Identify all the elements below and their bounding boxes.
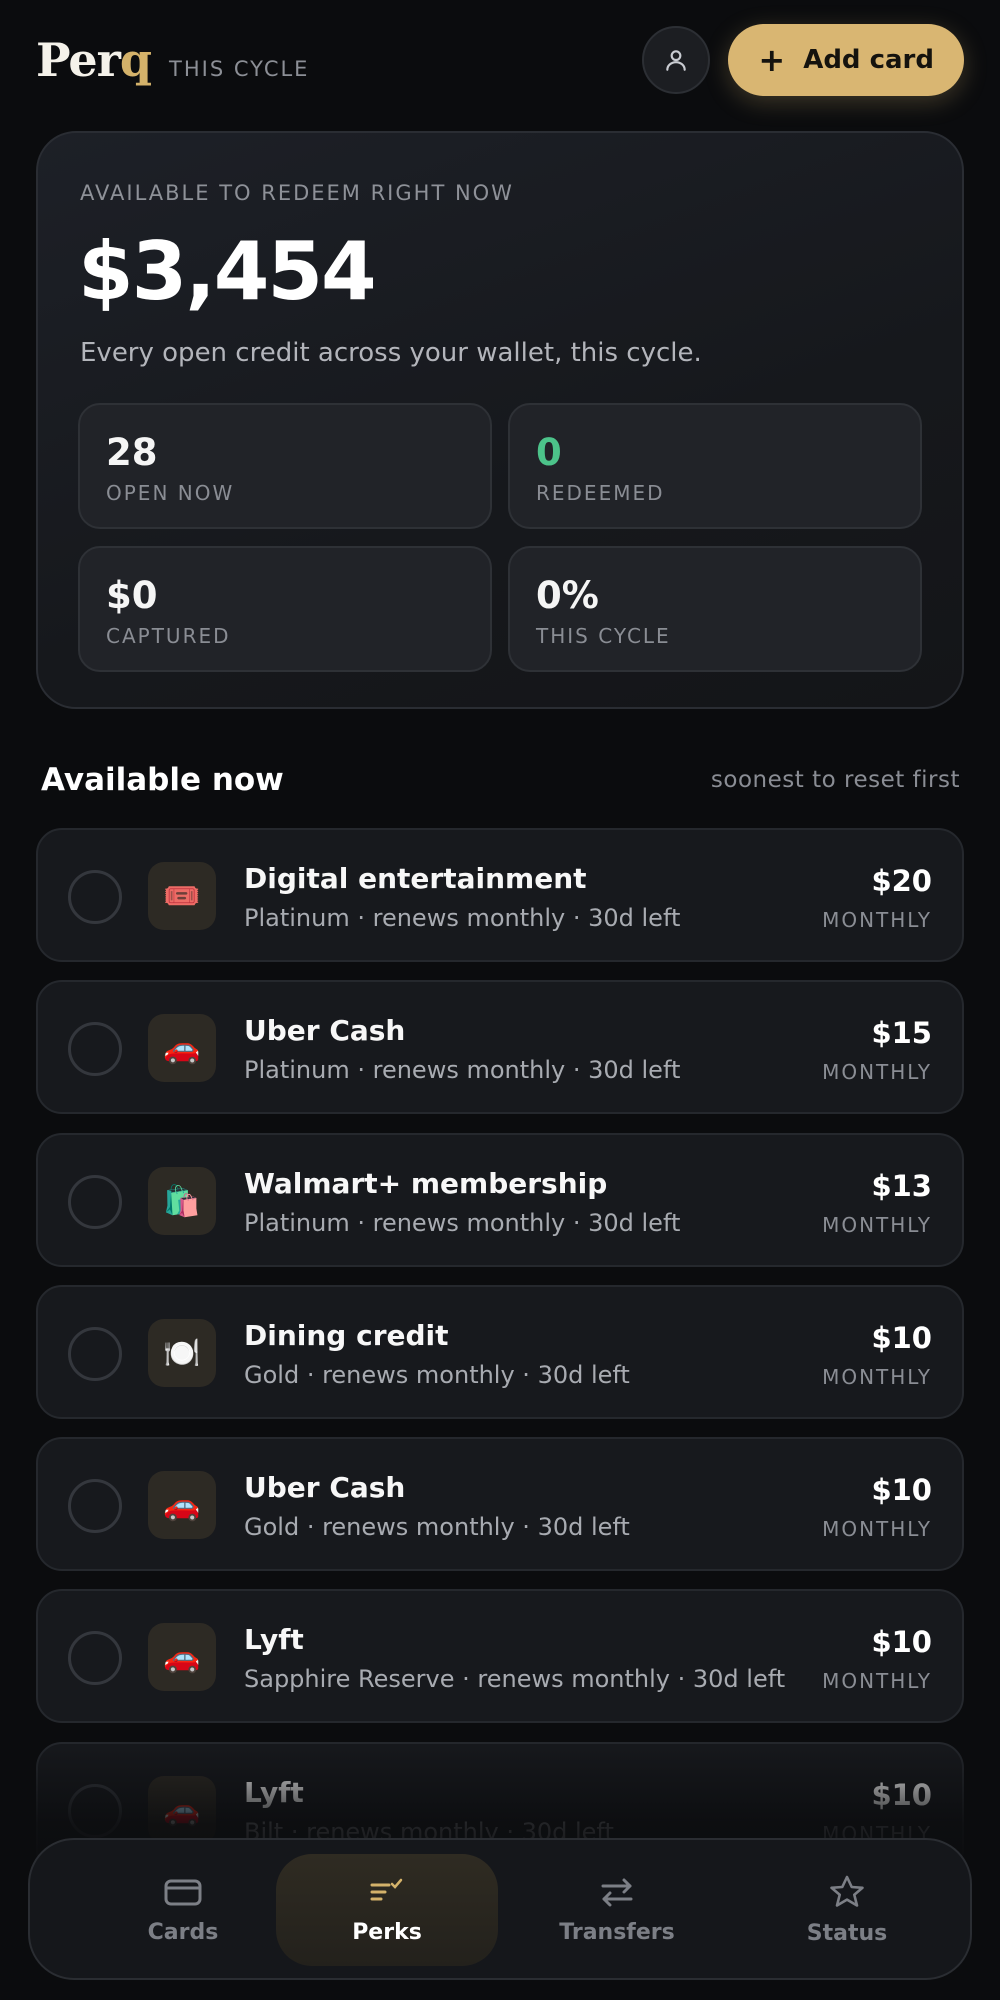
stat-captured: $0 CAPTURED bbox=[78, 546, 492, 672]
car-icon: 🚗 bbox=[148, 1623, 216, 1691]
nav-label: Status bbox=[806, 1920, 888, 1946]
perk-meta: Sapphire Reserve · renews monthly · 30d … bbox=[244, 1665, 786, 1693]
app-logo[interactable]: Perq bbox=[36, 33, 152, 87]
cycle-label: THIS CYCLE bbox=[169, 57, 310, 81]
redeem-checkbox[interactable] bbox=[68, 870, 122, 924]
star-icon bbox=[830, 1875, 864, 1907]
nav-cards[interactable]: Cards bbox=[72, 1854, 294, 1966]
perk-frequency: MONTHLY bbox=[822, 1213, 932, 1237]
add-card-button[interactable]: + Add card bbox=[728, 24, 964, 96]
nav-status[interactable]: Status bbox=[736, 1854, 958, 1966]
perk-meta: Platinum · renews monthly · 30d left bbox=[244, 1056, 681, 1084]
sort-toggle[interactable]: soonest to reset first bbox=[711, 767, 960, 793]
car-icon: 🚗 bbox=[148, 1014, 216, 1082]
plate-icon: 🍽️ bbox=[148, 1319, 216, 1387]
perk-name: Digital entertainment bbox=[244, 862, 587, 895]
perks-list-icon bbox=[370, 1878, 403, 1900]
perk-name: Uber Cash bbox=[244, 1471, 406, 1504]
perks-screen: Perq THIS CYCLE + Add card AVAILABLE TO … bbox=[0, 0, 1000, 2000]
car-icon: 🚗 bbox=[148, 1471, 216, 1539]
stat-label: THIS CYCLE bbox=[536, 624, 671, 648]
perk-name: Lyft bbox=[244, 1776, 304, 1809]
redeem-checkbox[interactable] bbox=[68, 1479, 122, 1533]
perk-amount: $10 bbox=[871, 1778, 932, 1812]
perk-frequency: MONTHLY bbox=[822, 1060, 932, 1084]
nav-perks[interactable]: Perks bbox=[276, 1854, 498, 1966]
stat-label: OPEN NOW bbox=[106, 481, 235, 505]
perk-name: Uber Cash bbox=[244, 1014, 406, 1047]
perk-amount: $20 bbox=[871, 864, 932, 898]
perk-meta: Platinum · renews monthly · 30d left bbox=[244, 1209, 681, 1237]
header-actions: + Add card bbox=[642, 24, 964, 96]
stat-value: 0% bbox=[536, 574, 599, 617]
perk-row[interactable]: 🛍️ Walmart+ membership Platinum · renews… bbox=[36, 1133, 964, 1267]
perk-meta: Platinum · renews monthly · 30d left bbox=[244, 904, 681, 932]
summary-kicker: AVAILABLE TO REDEEM RIGHT NOW bbox=[80, 181, 514, 205]
section-title: Available now bbox=[41, 762, 284, 798]
plus-icon: + bbox=[758, 41, 786, 79]
perk-meta: Gold · renews monthly · 30d left bbox=[244, 1513, 630, 1541]
brand: Perq THIS CYCLE bbox=[36, 33, 309, 87]
nav-transfers[interactable]: Transfers bbox=[506, 1854, 728, 1966]
stat-value: $0 bbox=[106, 574, 158, 617]
perk-name: Lyft bbox=[244, 1623, 304, 1656]
perk-meta: Gold · renews monthly · 30d left bbox=[244, 1361, 630, 1389]
stat-redeemed: 0 REDEEMED bbox=[508, 403, 922, 529]
perk-row[interactable]: 🚗 Uber Cash Platinum · renews monthly · … bbox=[36, 980, 964, 1114]
stat-value: 0 bbox=[536, 431, 562, 474]
user-icon bbox=[666, 50, 687, 71]
perk-row[interactable]: 🚗 Lyft Sapphire Reserve · renews monthly… bbox=[36, 1589, 964, 1723]
available-amount: $3,454 bbox=[78, 225, 377, 318]
shopping-bags-icon: 🛍️ bbox=[148, 1167, 216, 1235]
perk-frequency: MONTHLY bbox=[822, 908, 932, 932]
redeem-checkbox[interactable] bbox=[68, 1327, 122, 1381]
perk-amount: $15 bbox=[871, 1016, 932, 1050]
logo-main: Per bbox=[36, 33, 121, 87]
stat-label: REDEEMED bbox=[536, 481, 665, 505]
redeem-checkbox[interactable] bbox=[68, 1631, 122, 1685]
nav-label: Perks bbox=[352, 1919, 422, 1945]
perk-row[interactable]: 🎟️ Digital entertainment Platinum · rene… bbox=[36, 828, 964, 962]
perk-amount: $10 bbox=[871, 1473, 932, 1507]
perk-amount: $10 bbox=[871, 1321, 932, 1355]
logo-accent: q bbox=[119, 33, 152, 87]
app-header: Perq THIS CYCLE + Add card bbox=[36, 24, 964, 96]
profile-button[interactable] bbox=[642, 26, 711, 94]
nav-label: Transfers bbox=[559, 1919, 675, 1945]
perk-amount: $10 bbox=[871, 1625, 932, 1659]
bottom-nav: Cards Perks Transfers Status bbox=[28, 1838, 972, 1980]
perk-row[interactable]: 🚗 Uber Cash Gold · renews monthly · 30d … bbox=[36, 1437, 964, 1571]
car-icon: 🚗 bbox=[148, 1776, 216, 1844]
stat-open-now: 28 OPEN NOW bbox=[78, 403, 492, 529]
ticket-icon: 🎟️ bbox=[148, 862, 216, 930]
redeem-checkbox[interactable] bbox=[68, 1175, 122, 1229]
card-icon bbox=[164, 1879, 202, 1905]
stat-this-cycle: 0% THIS CYCLE bbox=[508, 546, 922, 672]
redeem-checkbox[interactable] bbox=[68, 1784, 122, 1838]
redeem-checkbox[interactable] bbox=[68, 1022, 122, 1076]
perk-name: Walmart+ membership bbox=[244, 1167, 608, 1200]
stat-value: 28 bbox=[106, 431, 158, 474]
perk-frequency: MONTHLY bbox=[822, 1669, 932, 1693]
stat-label: CAPTURED bbox=[106, 624, 231, 648]
add-card-label: Add card bbox=[803, 45, 934, 75]
nav-label: Cards bbox=[147, 1919, 219, 1945]
perk-frequency: MONTHLY bbox=[822, 1365, 932, 1389]
redeem-summary-card: AVAILABLE TO REDEEM RIGHT NOW $3,454 Eve… bbox=[36, 131, 964, 709]
summary-subtitle: Every open credit across your wallet, th… bbox=[80, 338, 702, 368]
perk-amount: $13 bbox=[871, 1169, 932, 1203]
perk-frequency: MONTHLY bbox=[822, 1517, 932, 1541]
perk-name: Dining credit bbox=[244, 1319, 449, 1352]
transfer-arrows-icon bbox=[601, 1878, 633, 1906]
perk-row[interactable]: 🍽️ Dining credit Gold · renews monthly ·… bbox=[36, 1285, 964, 1419]
